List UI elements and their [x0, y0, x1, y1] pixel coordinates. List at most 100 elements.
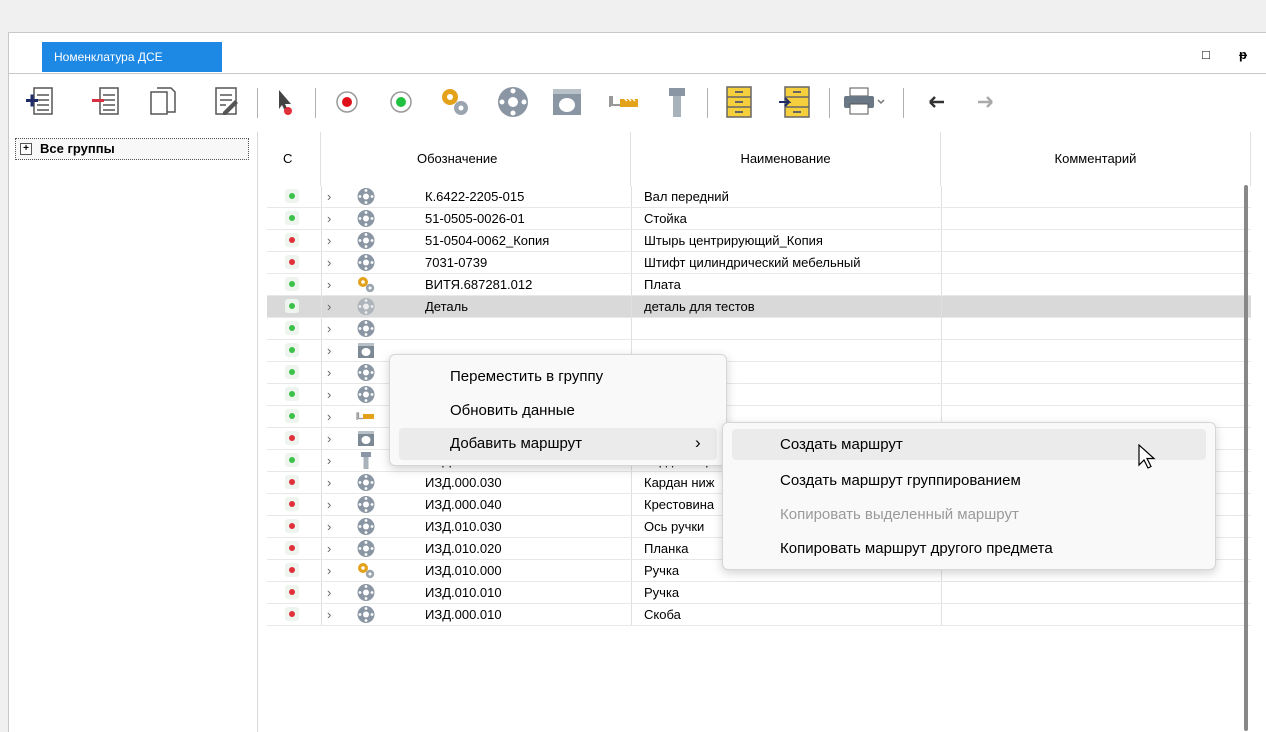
- table-row[interactable]: › ИЗД.010.010 Ручка: [267, 582, 1251, 604]
- expand-chevron-icon[interactable]: ›: [327, 208, 331, 229]
- gears-icon[interactable]: [437, 84, 473, 120]
- column-header-designation[interactable]: Обозначение: [321, 132, 631, 186]
- submenu-item-copy-other-route[interactable]: Копировать маршрут другого предмета: [780, 540, 1053, 557]
- menu-item-add-route[interactable]: Добавить маршрут ›: [399, 428, 717, 460]
- submenu-item-create-route-label: Создать маршрут: [780, 436, 903, 453]
- cell-name: Вал передний: [644, 189, 729, 204]
- menu-item-refresh[interactable]: Обновить данные: [450, 402, 575, 419]
- expand-chevron-icon[interactable]: ›: [327, 296, 331, 317]
- table-row[interactable]: › ИЗД.000.010 Скоба: [267, 604, 1251, 626]
- expand-chevron-icon[interactable]: ›: [327, 252, 331, 273]
- cell-comment: [954, 230, 1249, 251]
- column-divider: [631, 296, 632, 317]
- forward-arrow-icon[interactable]: [967, 84, 1003, 120]
- column-header-comment[interactable]: Комментарий: [941, 132, 1251, 186]
- cell-comment: [954, 274, 1249, 295]
- column-divider: [321, 428, 322, 449]
- cell-comment: [954, 318, 1249, 339]
- column-divider: [631, 494, 632, 515]
- expand-chevron-icon[interactable]: ›: [327, 384, 331, 405]
- disc-icon: [356, 363, 376, 382]
- table-row[interactable]: › 51-0505-0026-01 Стойка: [267, 208, 1251, 230]
- expand-chevron-icon[interactable]: ›: [327, 494, 331, 515]
- expand-chevron-icon[interactable]: ›: [327, 274, 331, 295]
- disc-part-icon[interactable]: [495, 84, 531, 120]
- expand-chevron-icon[interactable]: ›: [327, 230, 331, 251]
- red-status-icon[interactable]: [329, 84, 365, 120]
- copy-item-icon[interactable]: [145, 84, 181, 120]
- expand-chevron-icon[interactable]: ›: [327, 538, 331, 559]
- remove-item-icon[interactable]: [89, 84, 125, 120]
- print-icon[interactable]: [841, 84, 887, 120]
- expand-chevron-icon[interactable]: ›: [327, 472, 331, 493]
- cell-name: [644, 318, 939, 339]
- column-divider: [321, 406, 322, 427]
- edit-item-icon[interactable]: [209, 84, 245, 120]
- submenu-item-create-route[interactable]: Создать маршрут: [732, 429, 1206, 460]
- table-row[interactable]: › 7031-0739 Штифт цилиндрический мебельный: [267, 252, 1251, 274]
- cell-designation: 51-0505-0026-01: [425, 211, 525, 226]
- column-divider: [631, 230, 632, 251]
- group-all[interactable]: + Все группы: [15, 138, 249, 160]
- toolbar-separator: [257, 88, 258, 118]
- green-status-dot: [289, 391, 295, 397]
- column-header-c[interactable]: С: [267, 132, 321, 186]
- cell-comment: [954, 362, 1249, 383]
- vertical-scrollbar[interactable]: [1244, 185, 1248, 731]
- disc-icon: [356, 473, 376, 492]
- column-header-name[interactable]: Наименование: [631, 132, 941, 186]
- cell-designation: 51-0504-0062_Копия: [425, 233, 550, 248]
- column-divider: [941, 362, 942, 383]
- green-status-dot: [289, 215, 295, 221]
- expand-icon[interactable]: +: [20, 143, 32, 155]
- expand-chevron-icon[interactable]: ›: [327, 362, 331, 383]
- table-row[interactable]: ›: [267, 318, 1251, 340]
- green-status-dot: [289, 281, 295, 287]
- bolt-icon[interactable]: [659, 84, 695, 120]
- toolbar-separator: [829, 88, 830, 118]
- column-divider: [941, 230, 942, 251]
- expand-chevron-icon[interactable]: ›: [327, 560, 331, 581]
- submenu-item-create-route-grouping[interactable]: Создать маршрут группированием: [780, 472, 1021, 489]
- expand-chevron-icon[interactable]: ›: [327, 318, 331, 339]
- restore-icon[interactable]: □: [1202, 47, 1210, 62]
- archive-icon[interactable]: [721, 84, 757, 120]
- expand-chevron-icon[interactable]: ›: [327, 450, 331, 471]
- archive-move-icon[interactable]: [777, 84, 813, 120]
- table-row[interactable]: › К.6422-2205-015 Вал передний: [267, 186, 1251, 208]
- column-divider: [941, 252, 942, 273]
- menu-item-move-to-group[interactable]: Переместить в группу: [450, 368, 603, 385]
- column-divider: [321, 472, 322, 493]
- expand-chevron-icon[interactable]: ›: [327, 406, 331, 427]
- expand-chevron-icon[interactable]: ›: [327, 604, 331, 625]
- disc-icon: [356, 539, 376, 558]
- toolbar: [9, 74, 1266, 130]
- column-divider: [631, 538, 632, 559]
- pin-icon[interactable]: ᵽ: [1239, 47, 1247, 62]
- expand-chevron-icon[interactable]: ›: [327, 428, 331, 449]
- add-item-icon[interactable]: [23, 84, 59, 120]
- green-status-icon[interactable]: [383, 84, 419, 120]
- cell-comment: [954, 208, 1249, 229]
- expand-chevron-icon[interactable]: ›: [327, 340, 331, 361]
- disc-icon: [356, 209, 376, 228]
- cursor-red-icon[interactable]: [267, 84, 303, 120]
- expand-chevron-icon[interactable]: ›: [327, 186, 331, 207]
- table-row[interactable]: › 51-0504-0062_Копия Штырь центрирующий_Ко…: [267, 230, 1251, 252]
- table-row[interactable]: › ВИТЯ.687281.012 Плата: [267, 274, 1251, 296]
- drill-icon[interactable]: [607, 84, 643, 120]
- blank-part-icon[interactable]: [549, 84, 585, 120]
- red-status-dot: [289, 237, 295, 243]
- status-indicator: [285, 475, 299, 489]
- column-divider: [941, 582, 942, 603]
- expand-chevron-icon[interactable]: ›: [327, 582, 331, 603]
- back-arrow-icon[interactable]: [919, 84, 955, 120]
- column-divider: [321, 252, 322, 273]
- gears-icon: [356, 561, 376, 580]
- table-row[interactable]: › Деталь деталь для тестов: [267, 296, 1251, 318]
- gears-icon: [356, 275, 376, 294]
- expand-chevron-icon[interactable]: ›: [327, 516, 331, 537]
- tab-nomenclature[interactable]: Номенклатура ДСЕ: [42, 42, 222, 72]
- disc-icon: [356, 253, 376, 272]
- cell-designation: ИЗД.000.030: [425, 475, 502, 490]
